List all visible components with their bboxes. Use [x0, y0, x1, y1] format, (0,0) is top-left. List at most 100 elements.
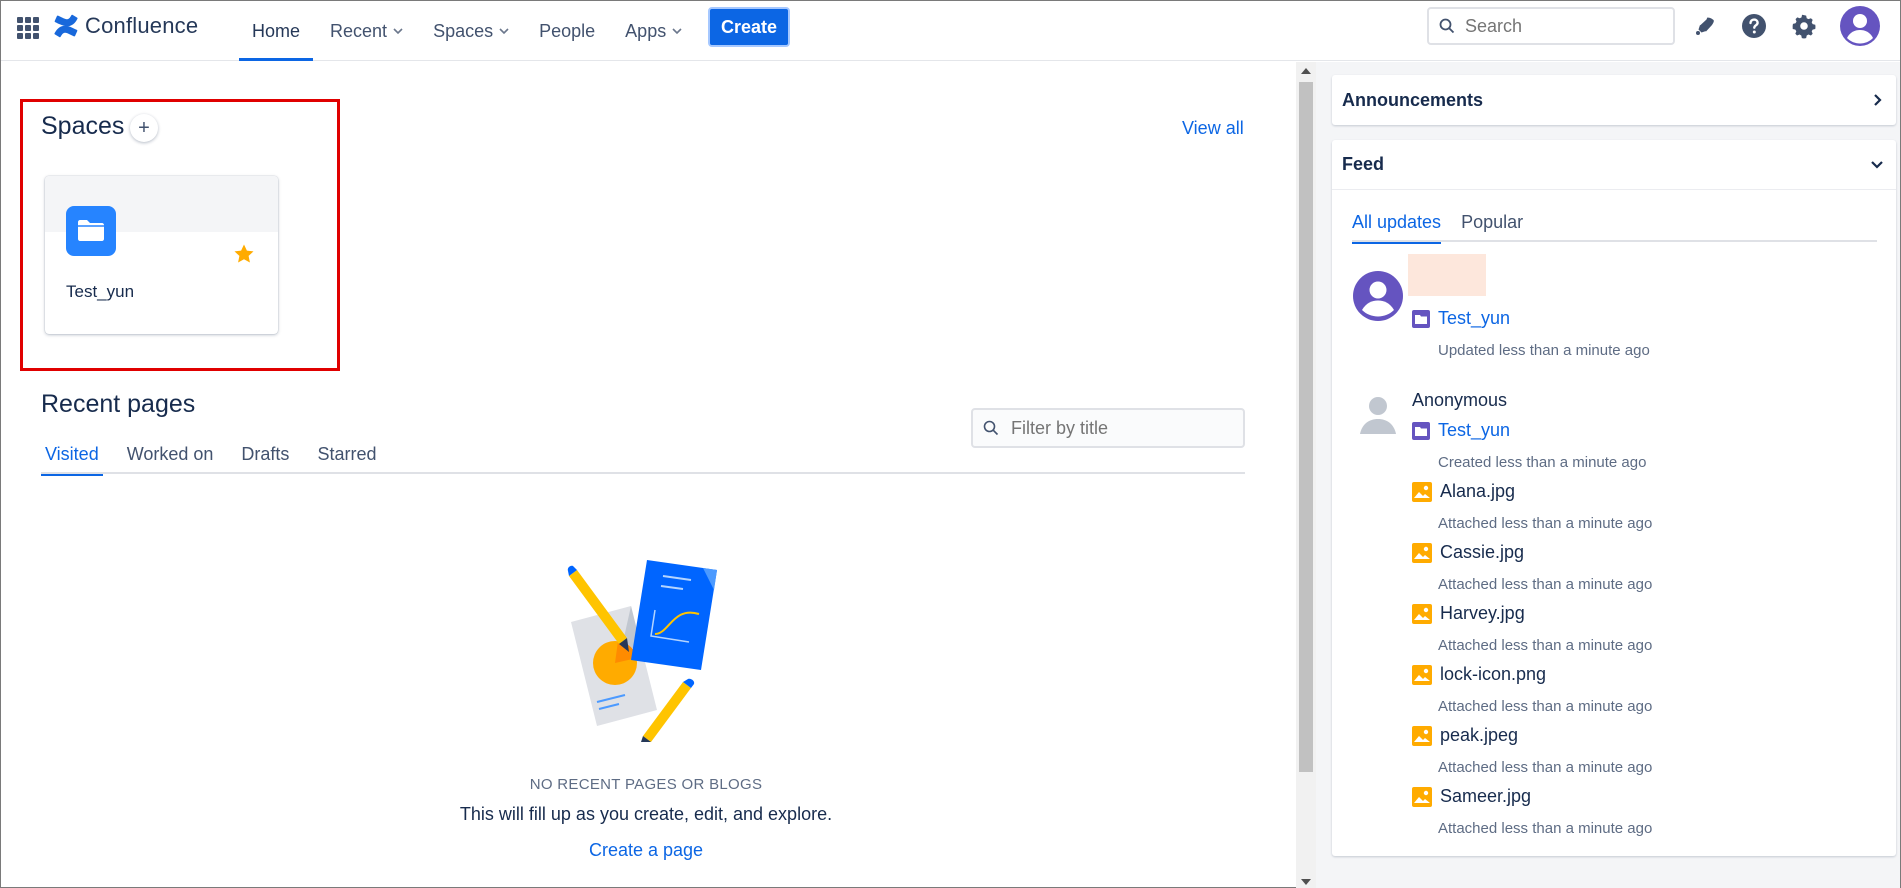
- scroll-down-arrow[interactable]: [1301, 879, 1311, 885]
- empty-state-illustration: [567, 560, 717, 742]
- attachment-meta: Attached less than a minute ago: [1438, 515, 1653, 532]
- image-file-icon: [1412, 603, 1432, 624]
- redacted-username: [1408, 254, 1486, 296]
- attachment-name[interactable]: peak.jpeg: [1440, 725, 1518, 746]
- feed-meta: Created less than a minute ago: [1438, 454, 1647, 471]
- feed-space-link[interactable]: Test_yun: [1438, 308, 1510, 329]
- attachment-row[interactable]: lock-icon.png: [1412, 664, 1546, 685]
- filter-by-title-input[interactable]: [1011, 417, 1231, 439]
- nav-home[interactable]: Home: [237, 1, 315, 61]
- nav-recent-label: Recent: [330, 20, 388, 41]
- attachment-row[interactable]: Alana.jpg: [1412, 481, 1515, 502]
- app-switcher-icon[interactable]: [17, 17, 39, 39]
- attachment-meta: Attached less than a minute ago: [1438, 820, 1653, 837]
- image-file-icon: [1412, 542, 1432, 563]
- scroll-thumb[interactable]: [1299, 82, 1313, 772]
- attachment-name[interactable]: Harvey.jpg: [1440, 603, 1525, 624]
- attachment-meta: Attached less than a minute ago: [1438, 576, 1653, 593]
- feed-username: Anonymous: [1412, 390, 1508, 410]
- folder-icon: [66, 206, 116, 256]
- anonymous-avatar: [1360, 397, 1396, 434]
- announcements-panel[interactable]: Announcements: [1332, 75, 1896, 125]
- tab-all-updates[interactable]: All updates: [1352, 212, 1442, 244]
- attachment-name[interactable]: Sameer.jpg: [1440, 786, 1531, 807]
- feed-header[interactable]: Feed: [1332, 140, 1896, 190]
- image-file-icon: [1412, 481, 1432, 502]
- spaces-heading: Spaces: [41, 112, 125, 140]
- recent-tabs: Visited Worked on Drafts Starred: [41, 444, 1245, 476]
- space-card-test-yun[interactable]: Test_yun: [45, 176, 278, 334]
- space-icon: [1412, 421, 1430, 440]
- scroll-up-arrow[interactable]: [1301, 68, 1311, 74]
- create-button[interactable]: Create: [708, 7, 790, 47]
- main-scrollbar[interactable]: [1296, 62, 1316, 888]
- create-page-link: Create a page: [1, 840, 1291, 861]
- filter-box[interactable]: [971, 408, 1245, 448]
- attachment-name[interactable]: Cassie.jpg: [1440, 542, 1524, 563]
- tab-starred[interactable]: Starred: [313, 444, 380, 474]
- feed-space-link[interactable]: Test_yun: [1438, 420, 1510, 441]
- image-file-icon: [1412, 786, 1432, 807]
- space-icon: [1412, 309, 1430, 328]
- top-navigation: Confluence Home Recent Spaces People App…: [1, 1, 1900, 61]
- brand-name: Confluence: [85, 13, 199, 38]
- chevron-down-icon: [1871, 160, 1883, 169]
- image-file-icon: [1412, 664, 1432, 685]
- search-icon: [1439, 18, 1455, 34]
- attachment-row[interactable]: Sameer.jpg: [1412, 786, 1531, 807]
- tab-visited[interactable]: Visited: [41, 444, 103, 476]
- feed-entry: Test_yun Updated less than a minute ago: [1352, 254, 1872, 380]
- attachment-row[interactable]: Cassie.jpg: [1412, 542, 1524, 563]
- image-file-icon: [1412, 725, 1432, 746]
- confluence-logo-icon: [54, 14, 78, 38]
- feed-panel: Feed All updates Popular Test_yun Update…: [1332, 140, 1896, 856]
- nav-home-label: Home: [252, 20, 301, 41]
- user-avatar[interactable]: [1352, 270, 1404, 322]
- search-box[interactable]: [1427, 7, 1675, 45]
- nav-people[interactable]: People: [524, 1, 610, 61]
- space-name: Test_yun: [66, 282, 135, 301]
- search-icon: [983, 420, 999, 436]
- empty-state-description: This will fill up as you create, edit, a…: [459, 804, 833, 824]
- settings-icon[interactable]: [1789, 11, 1819, 41]
- tab-drafts[interactable]: Drafts: [237, 444, 293, 474]
- nav-spaces[interactable]: Spaces: [418, 1, 524, 61]
- attachment-meta: Attached less than a minute ago: [1438, 698, 1653, 715]
- chevron-down-icon: [393, 28, 403, 35]
- attachment-row[interactable]: Harvey.jpg: [1412, 603, 1525, 624]
- create-page-link-text[interactable]: Create a page: [589, 840, 703, 860]
- feed-heading: Feed: [1342, 154, 1385, 174]
- help-icon[interactable]: [1739, 11, 1769, 41]
- nav-recent[interactable]: Recent: [315, 1, 418, 61]
- feed-entry: Anonymous Test_yun Created less than a m…: [1352, 390, 1872, 850]
- chevron-down-icon: [672, 28, 682, 35]
- tab-worked-on[interactable]: Worked on: [123, 444, 218, 474]
- nav-people-label: People: [539, 20, 596, 41]
- recent-pages-heading: Recent pages: [41, 390, 196, 418]
- attachment-row[interactable]: peak.jpeg: [1412, 725, 1518, 746]
- attachment-meta: Attached less than a minute ago: [1438, 759, 1653, 776]
- feed-tabs: All updates Popular: [1352, 212, 1877, 244]
- profile-avatar[interactable]: [1839, 5, 1881, 47]
- chevron-right-icon: [1874, 94, 1882, 106]
- feed-meta: Updated less than a minute ago: [1438, 342, 1650, 359]
- add-space-button[interactable]: +: [130, 114, 158, 142]
- confluence-logo[interactable]: Confluence: [53, 13, 198, 39]
- empty-state-title: NO RECENT PAGES OR BLOGS: [529, 776, 763, 793]
- nav-spaces-label: Spaces: [433, 20, 494, 41]
- main-content: Spaces + View all Test_yun Recent pages …: [1, 62, 1296, 888]
- star-icon[interactable]: [232, 242, 256, 266]
- nav-apps[interactable]: Apps: [610, 1, 697, 61]
- attachment-name[interactable]: Alana.jpg: [1440, 481, 1515, 502]
- feed-space-row[interactable]: Test_yun: [1412, 420, 1510, 441]
- search-input[interactable]: [1465, 15, 1665, 37]
- primary-nav: Home Recent Spaces People Apps: [237, 1, 697, 61]
- right-sidebar: Announcements Feed All updates Popular T…: [1316, 62, 1900, 888]
- attachment-name[interactable]: lock-icon.png: [1440, 664, 1546, 685]
- view-all-link[interactable]: View all: [1182, 118, 1244, 139]
- feed-space-row[interactable]: Test_yun: [1412, 308, 1510, 329]
- nav-apps-label: Apps: [625, 20, 667, 41]
- chevron-down-icon: [499, 28, 509, 35]
- tab-popular[interactable]: Popular: [1461, 212, 1523, 242]
- notifications-icon[interactable]: [1690, 11, 1720, 41]
